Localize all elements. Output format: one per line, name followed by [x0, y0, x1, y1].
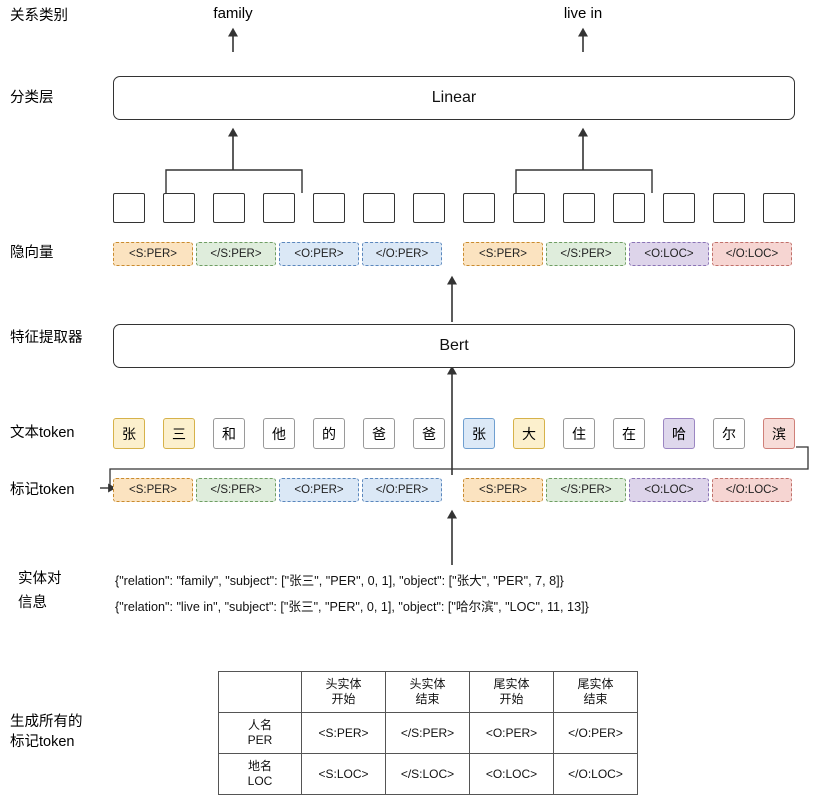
text-token: 尔 — [713, 418, 745, 449]
diagram-canvas: 关系类别 分类层 隐向量 特征提取器 文本token 标记token 实体对 信… — [0, 0, 822, 795]
marker-token-top: </O:LOC> — [712, 242, 792, 266]
text-token: 爸 — [363, 418, 395, 449]
output-label-right: live in — [563, 5, 603, 22]
hidden-vector-row — [113, 193, 795, 223]
table-cell: <O:LOC> — [469, 753, 554, 795]
table-header-cell: 尾实体 开始 — [469, 671, 554, 713]
marker-token-bottom: </O:PER> — [362, 478, 442, 502]
marker-token-top: <S:PER> — [463, 242, 543, 266]
row-label-feature-extractor: 特征提取器 — [10, 330, 83, 346]
text-token: 大 — [513, 418, 545, 449]
output-label-left: family — [213, 5, 253, 22]
table-row: 地名 LOC <S:LOC> </S:LOC> <O:LOC> </O:LOC> — [218, 753, 638, 795]
table-cell: <S:LOC> — [301, 753, 386, 795]
table-cell: </S:PER> — [385, 712, 470, 754]
hidden-vector-cell — [763, 193, 795, 223]
text-token: 住 — [563, 418, 595, 449]
hidden-vector-cell — [363, 193, 395, 223]
marker-token-bottom: </S:PER> — [196, 478, 276, 502]
marker-token-table-wrap: 头实体 开始 头实体 结束 尾实体 开始 尾实体 结束 人名 PER <S:PER> </S:PER>… — [218, 671, 638, 795]
text-token: 滨 — [763, 418, 795, 449]
marker-token-bottom: <S:PER> — [463, 478, 543, 502]
table-cell: <O:PER> — [469, 712, 554, 754]
marker-token-bottom: <O:PER> — [279, 478, 359, 502]
text-token: 的 — [313, 418, 345, 449]
table-row: 人名 PER <S:PER> </S:PER> <O:PER> </O:PER> — [218, 712, 638, 754]
marker-token-top: <O:PER> — [279, 242, 359, 266]
entity-pair-info-line-2: {"relation": "live in", "subject": ["张三"… — [115, 600, 589, 614]
table-corner-cell — [218, 671, 302, 713]
row-label-entity-pair-1: 实体对 — [18, 571, 62, 587]
hidden-vector-cell — [713, 193, 745, 223]
marker-token-bottom: </S:PER> — [546, 478, 626, 502]
table-cell: </O:LOC> — [553, 753, 638, 795]
row-label-marker-token: 标记token — [10, 482, 75, 498]
row-label-hidden-vector: 隐向量 — [10, 245, 54, 261]
table-row-label: 人名 PER — [218, 712, 302, 754]
linear-layer-box: Linear — [113, 76, 795, 120]
hidden-vector-cell — [513, 193, 545, 223]
table-header-row: 头实体 开始 头实体 结束 尾实体 开始 尾实体 结束 — [218, 671, 638, 713]
hidden-vector-cell — [463, 193, 495, 223]
marker-token-bottom: <O:LOC> — [629, 478, 709, 502]
marker-token-row-bottom: <S:PER> </S:PER> <O:PER> </O:PER> <S:PER> </S… — [110, 478, 800, 502]
text-token: 在 — [613, 418, 645, 449]
hidden-vector-cell — [663, 193, 695, 223]
text-token: 张 — [463, 418, 495, 449]
table-cell: <S:PER> — [301, 712, 386, 754]
marker-token-top: </S:PER> — [196, 242, 276, 266]
row-label-text-token: 文本token — [10, 425, 75, 441]
table-header-cell: 尾实体 结束 — [553, 671, 638, 713]
text-token: 和 — [213, 418, 245, 449]
text-token: 三 — [163, 418, 195, 449]
row-label-generate-1: 生成所有的 — [10, 714, 83, 730]
text-token: 张 — [113, 418, 145, 449]
bert-box: Bert — [113, 324, 795, 368]
marker-token-bottom: <S:PER> — [113, 478, 193, 502]
row-label-entity-pair-2: 信息 — [18, 595, 47, 611]
marker-token-top: <S:PER> — [113, 242, 193, 266]
hidden-vector-cell — [313, 193, 345, 223]
row-label-relation-type: 关系类别 — [10, 8, 68, 24]
entity-pair-info-line-1: {"relation": "family", "subject": ["张三",… — [115, 574, 564, 588]
row-label-classifier: 分类层 — [10, 90, 54, 106]
hidden-vector-cell — [263, 193, 295, 223]
text-token-row: 张三和他的爸爸张大住在哈尔滨 — [110, 418, 800, 449]
hidden-vector-cell — [563, 193, 595, 223]
marker-token-table: 头实体 开始 头实体 结束 尾实体 开始 尾实体 结束 人名 PER <S:PER> </S:PER>… — [218, 671, 638, 795]
marker-token-top: </O:PER> — [362, 242, 442, 266]
table-header-cell: 头实体 开始 — [301, 671, 386, 713]
hidden-vector-cell — [213, 193, 245, 223]
marker-token-row-top: <S:PER> </S:PER> <O:PER> </O:PER> <S:PER> </S… — [110, 242, 800, 266]
table-cell: </S:LOC> — [385, 753, 470, 795]
table-header-cell: 头实体 结束 — [385, 671, 470, 713]
hidden-vector-cell — [113, 193, 145, 223]
text-token: 爸 — [413, 418, 445, 449]
table-cell: </O:PER> — [553, 712, 638, 754]
text-token: 哈 — [663, 418, 695, 449]
row-label-generate-2: 标记token — [10, 734, 75, 750]
text-token: 他 — [263, 418, 295, 449]
hidden-vector-cell — [163, 193, 195, 223]
marker-token-top: <O:LOC> — [629, 242, 709, 266]
table-row-label: 地名 LOC — [218, 753, 302, 795]
hidden-vector-cell — [413, 193, 445, 223]
marker-token-bottom: </O:LOC> — [712, 478, 792, 502]
hidden-vector-cell — [613, 193, 645, 223]
marker-token-top: </S:PER> — [546, 242, 626, 266]
